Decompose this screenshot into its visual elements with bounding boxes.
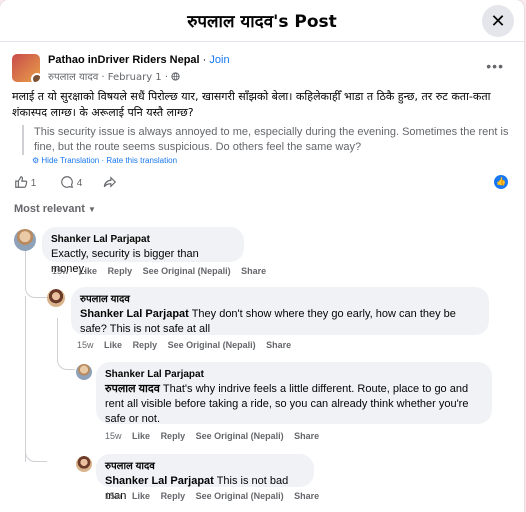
avatar[interactable] <box>76 364 92 380</box>
see-original-button[interactable]: See Original (Nepali) <box>168 340 256 350</box>
comment-sort-dropdown[interactable]: Most relevant ▼ <box>14 203 96 215</box>
comment-author[interactable]: Shanker Lal Parjapat <box>105 367 483 382</box>
post-text: मलाई त यो सुरक्षाको विषयले सधैं पिरोल्छ … <box>12 90 491 119</box>
separator: · <box>199 54 210 66</box>
like-button[interactable]: Like <box>104 340 122 350</box>
share-action[interactable] <box>102 175 118 189</box>
see-original-button[interactable]: See Original (Nepali) <box>196 491 284 501</box>
close-icon: ✕ <box>490 10 506 31</box>
reply-button[interactable]: Reply <box>133 340 158 350</box>
caret-down-icon: ▼ <box>87 205 96 214</box>
sort-label: Most relevant <box>14 203 85 215</box>
like-button[interactable]: Like <box>132 491 150 501</box>
comment-bubble: Shanker Lal Parjapat Exactly, security i… <box>42 227 244 275</box>
comment-actions: 15w Like Reply See Original (Nepali) Sha… <box>77 340 299 350</box>
avatar[interactable] <box>76 456 92 472</box>
reply-button[interactable]: Reply <box>108 266 133 276</box>
like-button[interactable]: Like <box>132 431 150 441</box>
mention-link[interactable]: Shanker Lal Parjapat <box>105 475 214 487</box>
like-action[interactable]: 1 <box>14 175 36 189</box>
comment-count: 4 <box>76 178 83 189</box>
thumbs-up-icon <box>15 176 28 188</box>
modal-header: रुपलाल यादव's Post ✕ <box>0 0 524 42</box>
like-reaction-icon[interactable]: 👍 <box>494 175 508 189</box>
comment-text: That's why indrive feels a little differ… <box>105 383 469 425</box>
rate-translation-link[interactable]: Rate this translation <box>106 156 177 165</box>
avatar[interactable] <box>14 229 36 251</box>
like-count: 1 <box>30 178 37 189</box>
mention-link[interactable]: रुपलाल यादव <box>105 383 160 395</box>
see-original-button[interactable]: See Original (Nepali) <box>196 431 284 441</box>
comment-time[interactable]: 15w <box>105 431 122 441</box>
comment-icon <box>61 176 74 189</box>
comment-action[interactable]: 4 <box>60 175 82 189</box>
group-avatar[interactable] <box>12 54 40 82</box>
share-button[interactable]: Share <box>241 266 266 276</box>
comment-bubble: रुपलाल यादव Shanker Lal Parjapat They do… <box>71 287 489 335</box>
translation-links: ⚙ Hide Translation · Rate this translati… <box>32 156 178 165</box>
comment-author[interactable]: Shanker Lal Parjapat <box>51 232 235 247</box>
join-link[interactable]: Join <box>209 54 229 66</box>
comment-time[interactable]: 15w <box>77 340 94 350</box>
post-header: Pathao inDriver Riders Nepal · Join रुपल… <box>12 54 512 86</box>
author-avatar[interactable] <box>31 73 40 82</box>
hide-translation-link[interactable]: Hide Translation <box>41 156 99 165</box>
thread-line <box>25 430 47 462</box>
comment-actions: 15w Like Reply See Original (Nepali) Sha… <box>105 431 327 441</box>
post-group-line: Pathao inDriver Riders Nepal · Join <box>48 54 230 66</box>
close-button[interactable]: ✕ <box>482 5 514 37</box>
reply-button[interactable]: Reply <box>161 431 186 441</box>
reaction-bar: 1 4 👍 <box>14 175 512 191</box>
translate-icon: ⚙ <box>32 156 40 165</box>
post-translation: This security issue is always annoyed to… <box>22 125 512 155</box>
comment-actions: 15w Like Reply See Original (Nepali) Sha… <box>105 491 327 501</box>
share-button[interactable]: Share <box>294 491 319 501</box>
post-modal: रुपलाल यादव's Post ✕ Pathao inDriver Rid… <box>0 0 524 512</box>
post-author-link[interactable]: रुपलाल यादव <box>48 72 98 83</box>
comment-time[interactable]: 15w <box>52 266 69 276</box>
mention-link[interactable]: Shanker Lal Parjapat <box>80 308 189 320</box>
post-meta: रुपलाल यादव · February 1 · <box>48 69 180 83</box>
comment-time[interactable]: 15w <box>105 491 122 501</box>
comment-actions: 15w Like Reply See Original (Nepali) Sha… <box>52 266 274 276</box>
share-icon <box>103 176 117 188</box>
comment-bubble: Shanker Lal Parjapat रुपलाल यादव That's … <box>96 362 492 425</box>
comment-bubble: रुपलाल यादव Shanker Lal Parjapat This is… <box>96 454 314 502</box>
modal-title: रुपलाल यादव's Post <box>187 12 337 32</box>
more-options-button[interactable]: ••• <box>486 58 504 74</box>
globe-icon <box>171 72 180 81</box>
like-button[interactable]: Like <box>79 266 97 276</box>
comment-author[interactable]: रुपलाल यादव <box>105 459 305 474</box>
post-date-link[interactable]: February 1 <box>108 72 162 83</box>
avatar[interactable] <box>47 289 65 307</box>
group-name-link[interactable]: Pathao inDriver Riders Nepal <box>48 54 200 66</box>
reply-button[interactable]: Reply <box>161 491 186 501</box>
comment-author[interactable]: रुपलाल यादव <box>80 292 480 307</box>
see-original-button[interactable]: See Original (Nepali) <box>143 266 231 276</box>
share-button[interactable]: Share <box>294 431 319 441</box>
share-button[interactable]: Share <box>266 340 291 350</box>
